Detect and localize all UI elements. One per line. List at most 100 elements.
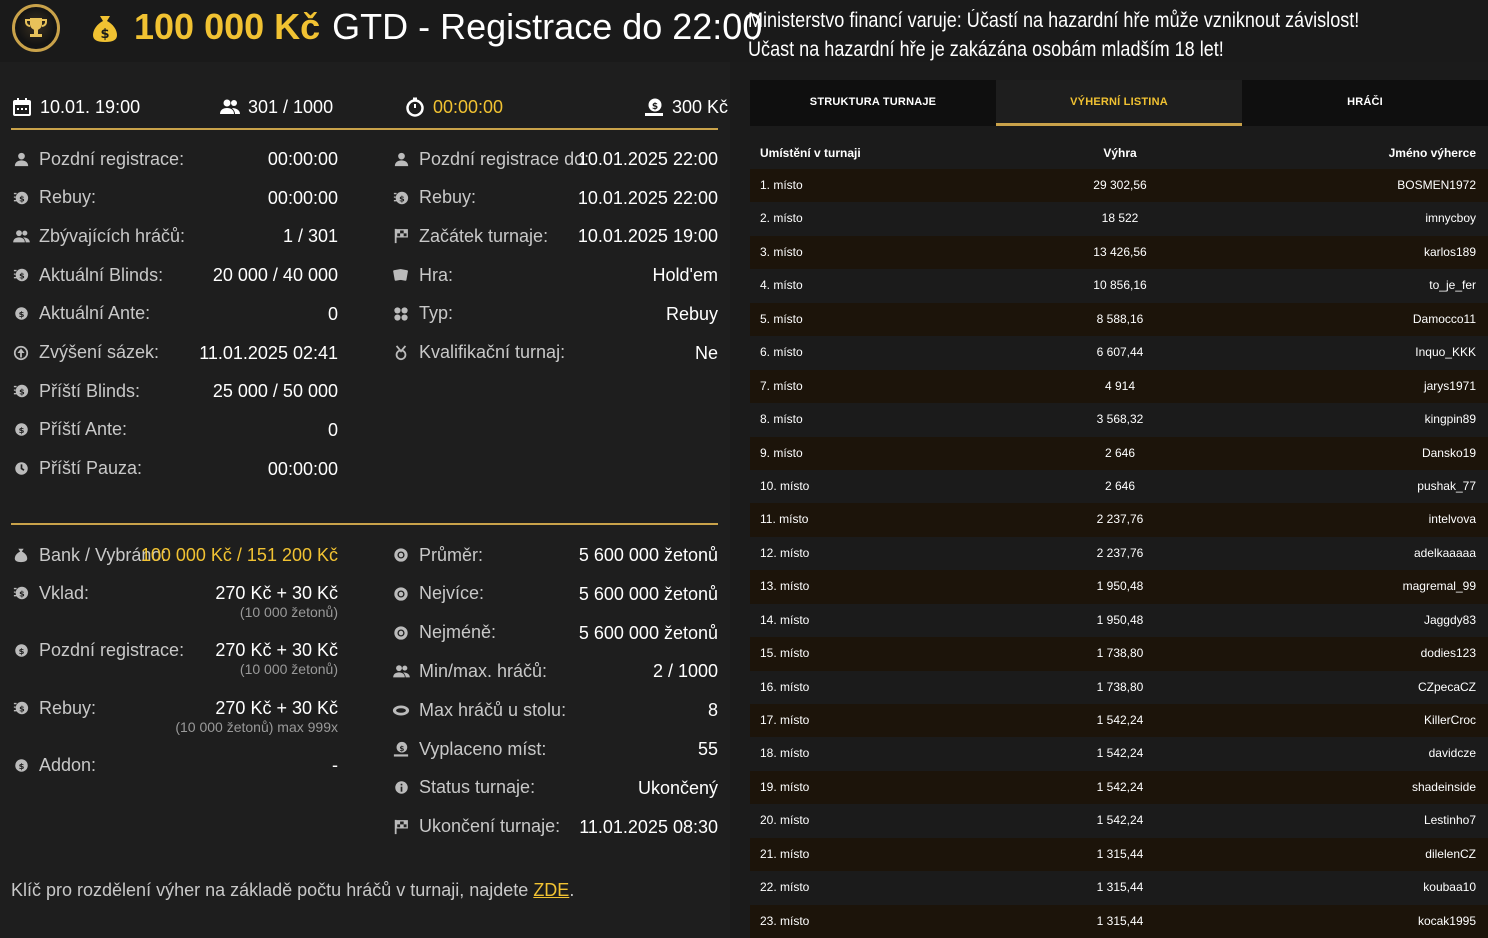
place-cell: 4. místo xyxy=(760,278,803,293)
info-value: 270 Kč + 30 Kč xyxy=(215,698,338,718)
info-value: Ukončený xyxy=(637,777,718,798)
info-value: 55 xyxy=(697,739,718,759)
svg-text:$: $ xyxy=(19,705,25,714)
header-winner: Jméno výherce xyxy=(1388,146,1476,160)
table-row: 10. místo 2 646 pushak_77 xyxy=(750,469,1488,504)
tab-structure[interactable]: STRUKTURA TURNAJE xyxy=(750,80,996,126)
start-date-value: 10.01. 19:00 xyxy=(40,96,141,117)
divider-top xyxy=(11,128,718,130)
info-value: 5 600 000 žetonů xyxy=(578,622,718,643)
tab-players[interactable]: HRÁČI xyxy=(1242,80,1488,126)
prize-cell: 3 568,32 xyxy=(1096,412,1144,427)
svg-text:$: $ xyxy=(18,309,24,319)
info-value: 00:00:00 xyxy=(267,458,338,479)
info-value: 11.01.2025 02:41 xyxy=(199,342,338,363)
info-value: Rebuy xyxy=(665,303,718,324)
prize-cell: 1 542,24 xyxy=(1096,813,1144,828)
bank-value: 100 000 Kč / 151 200 Kč xyxy=(140,545,338,565)
place-cell: 13. místo xyxy=(760,579,810,594)
type-icon xyxy=(392,305,410,323)
info-value: 2 / 1000 xyxy=(652,661,718,682)
users-icon xyxy=(220,99,240,114)
svg-text:$: $ xyxy=(18,645,24,655)
prize-cell: 1 738,80 xyxy=(1096,679,1144,694)
tab-payouts[interactable]: VÝHERNÍ LISTINA xyxy=(996,80,1242,126)
warning-line-2: Účast na hazardní hře je zakázána osobám… xyxy=(748,38,1224,61)
place-cell: 10. místo xyxy=(760,478,810,493)
info-value: 00:00:00 xyxy=(267,187,338,208)
info-value: 11.01.2025 08:30 xyxy=(579,816,718,837)
place-cell: 5. místo xyxy=(760,311,803,326)
rebuy-icon: $ xyxy=(12,584,30,602)
table-row: 12. místo 2 237,76 adelkaaaaa xyxy=(750,536,1488,571)
chips-note: (10 000 žetonů) xyxy=(239,661,338,677)
tournament-timer: 00:00:00 xyxy=(405,94,503,120)
place-cell: 22. místo xyxy=(760,880,810,895)
winner-cell: adelkaaaaa xyxy=(1413,545,1476,560)
prize-cell: 2 237,76 xyxy=(1096,512,1144,527)
blinds-icon: $ xyxy=(12,382,30,400)
prize-cell: 1 315,44 xyxy=(1096,880,1144,895)
prize-cell: 18 522 xyxy=(1101,211,1139,226)
gambling-warning: Ministerstvo financí varuje: Účastí na h… xyxy=(748,6,1376,64)
table-row: 20. místo 1 542,24 Lestinho7 xyxy=(750,804,1488,838)
users-icon xyxy=(12,227,30,245)
winner-cell: kocak1995 xyxy=(1417,913,1476,928)
table-icon xyxy=(392,701,410,719)
payout-table-body: 1. místo 29 302,56 BOSMEN1972 2. místo 18 52… xyxy=(750,169,1488,938)
prize-cell: 1 542,24 xyxy=(1096,779,1144,794)
info-value: 25 000 / 50 000 xyxy=(212,381,338,402)
table-row: 6. místo 6 607,44 Inquo_KKK xyxy=(750,336,1488,370)
prize-cell: 13 426,56 xyxy=(1093,244,1147,259)
chips-note: (10 000 žetonů) xyxy=(239,604,338,620)
table-row: 7. místo 4 914 jarys1971 xyxy=(750,369,1488,404)
buyin-price: $ 300 Kč xyxy=(644,94,728,120)
rebuy-icon: $ xyxy=(392,189,410,207)
flag-icon xyxy=(392,227,410,245)
svg-text:$: $ xyxy=(399,194,405,203)
chips-note: (10 000 žetonů) max 999x xyxy=(175,719,338,735)
place-cell: 6. místo xyxy=(760,345,803,360)
user-icon xyxy=(392,150,410,168)
start-date: 10.01. 19:00 xyxy=(12,94,140,120)
flag-icon xyxy=(392,818,410,836)
table-row: 5. místo 8 588,16 Damocco11 xyxy=(750,302,1488,337)
info-value: Ne xyxy=(694,342,718,363)
payout-key-link[interactable]: ZDE xyxy=(533,880,569,900)
table-row: 2. místo 18 522 imnycboy xyxy=(750,202,1488,236)
header-prize: Výhra xyxy=(1103,146,1137,160)
rebuy-icon: $ xyxy=(12,699,30,717)
warning-line-1: Ministerstvo financí varuje: Účastí na h… xyxy=(748,9,1360,32)
prize-cell: 10 856,16 xyxy=(1093,278,1147,293)
table-row: 14. místo 1 950,48 Jaggdy83 xyxy=(750,603,1488,638)
place-cell: 8. místo xyxy=(760,412,803,427)
prize-cell: 2 237,76 xyxy=(1096,545,1144,560)
info-value: 5 600 000 žetonů xyxy=(578,583,718,604)
coin-icon: $ xyxy=(12,641,30,659)
table-row: 16. místo 1 738,80 CZpecaCZ xyxy=(750,670,1488,704)
stopwatch-icon xyxy=(406,97,424,117)
tab-bar: STRUKTURA TURNAJE VÝHERNÍ LISTINA HRÁČI xyxy=(750,80,1488,126)
svg-text:$: $ xyxy=(652,102,658,112)
table-row: 9. místo 2 646 Dansko19 xyxy=(750,436,1488,470)
prize-cell: 2 646 xyxy=(1104,478,1136,493)
winner-cell: dodies123 xyxy=(1420,646,1476,661)
timer-value: 00:00:00 xyxy=(433,96,504,117)
winner-cell: Dansko19 xyxy=(1421,445,1476,460)
table-row: 3. místo 13 426,56 karlos189 xyxy=(750,235,1488,270)
info-value: 0 xyxy=(327,419,338,440)
svg-text:$: $ xyxy=(19,272,25,281)
table-row: 22. místo 1 315,44 koubaa10 xyxy=(750,871,1488,905)
table-row: 11. místo 2 237,76 intelvova xyxy=(750,503,1488,537)
money-bag-icon: $ xyxy=(93,16,117,42)
prize-cell: 1 950,48 xyxy=(1096,579,1144,594)
winner-cell: karlos189 xyxy=(1423,244,1476,259)
prize-cell: 4 914 xyxy=(1104,378,1136,393)
place-cell: 15. místo xyxy=(760,646,810,661)
svg-text:$: $ xyxy=(399,744,404,753)
svg-text:$: $ xyxy=(18,425,24,435)
place-cell: 1. místo xyxy=(760,178,803,192)
prize-cell: 29 302,56 xyxy=(1093,178,1147,192)
info-value: Hold'em xyxy=(652,265,718,286)
info-value: 0 xyxy=(327,303,338,324)
